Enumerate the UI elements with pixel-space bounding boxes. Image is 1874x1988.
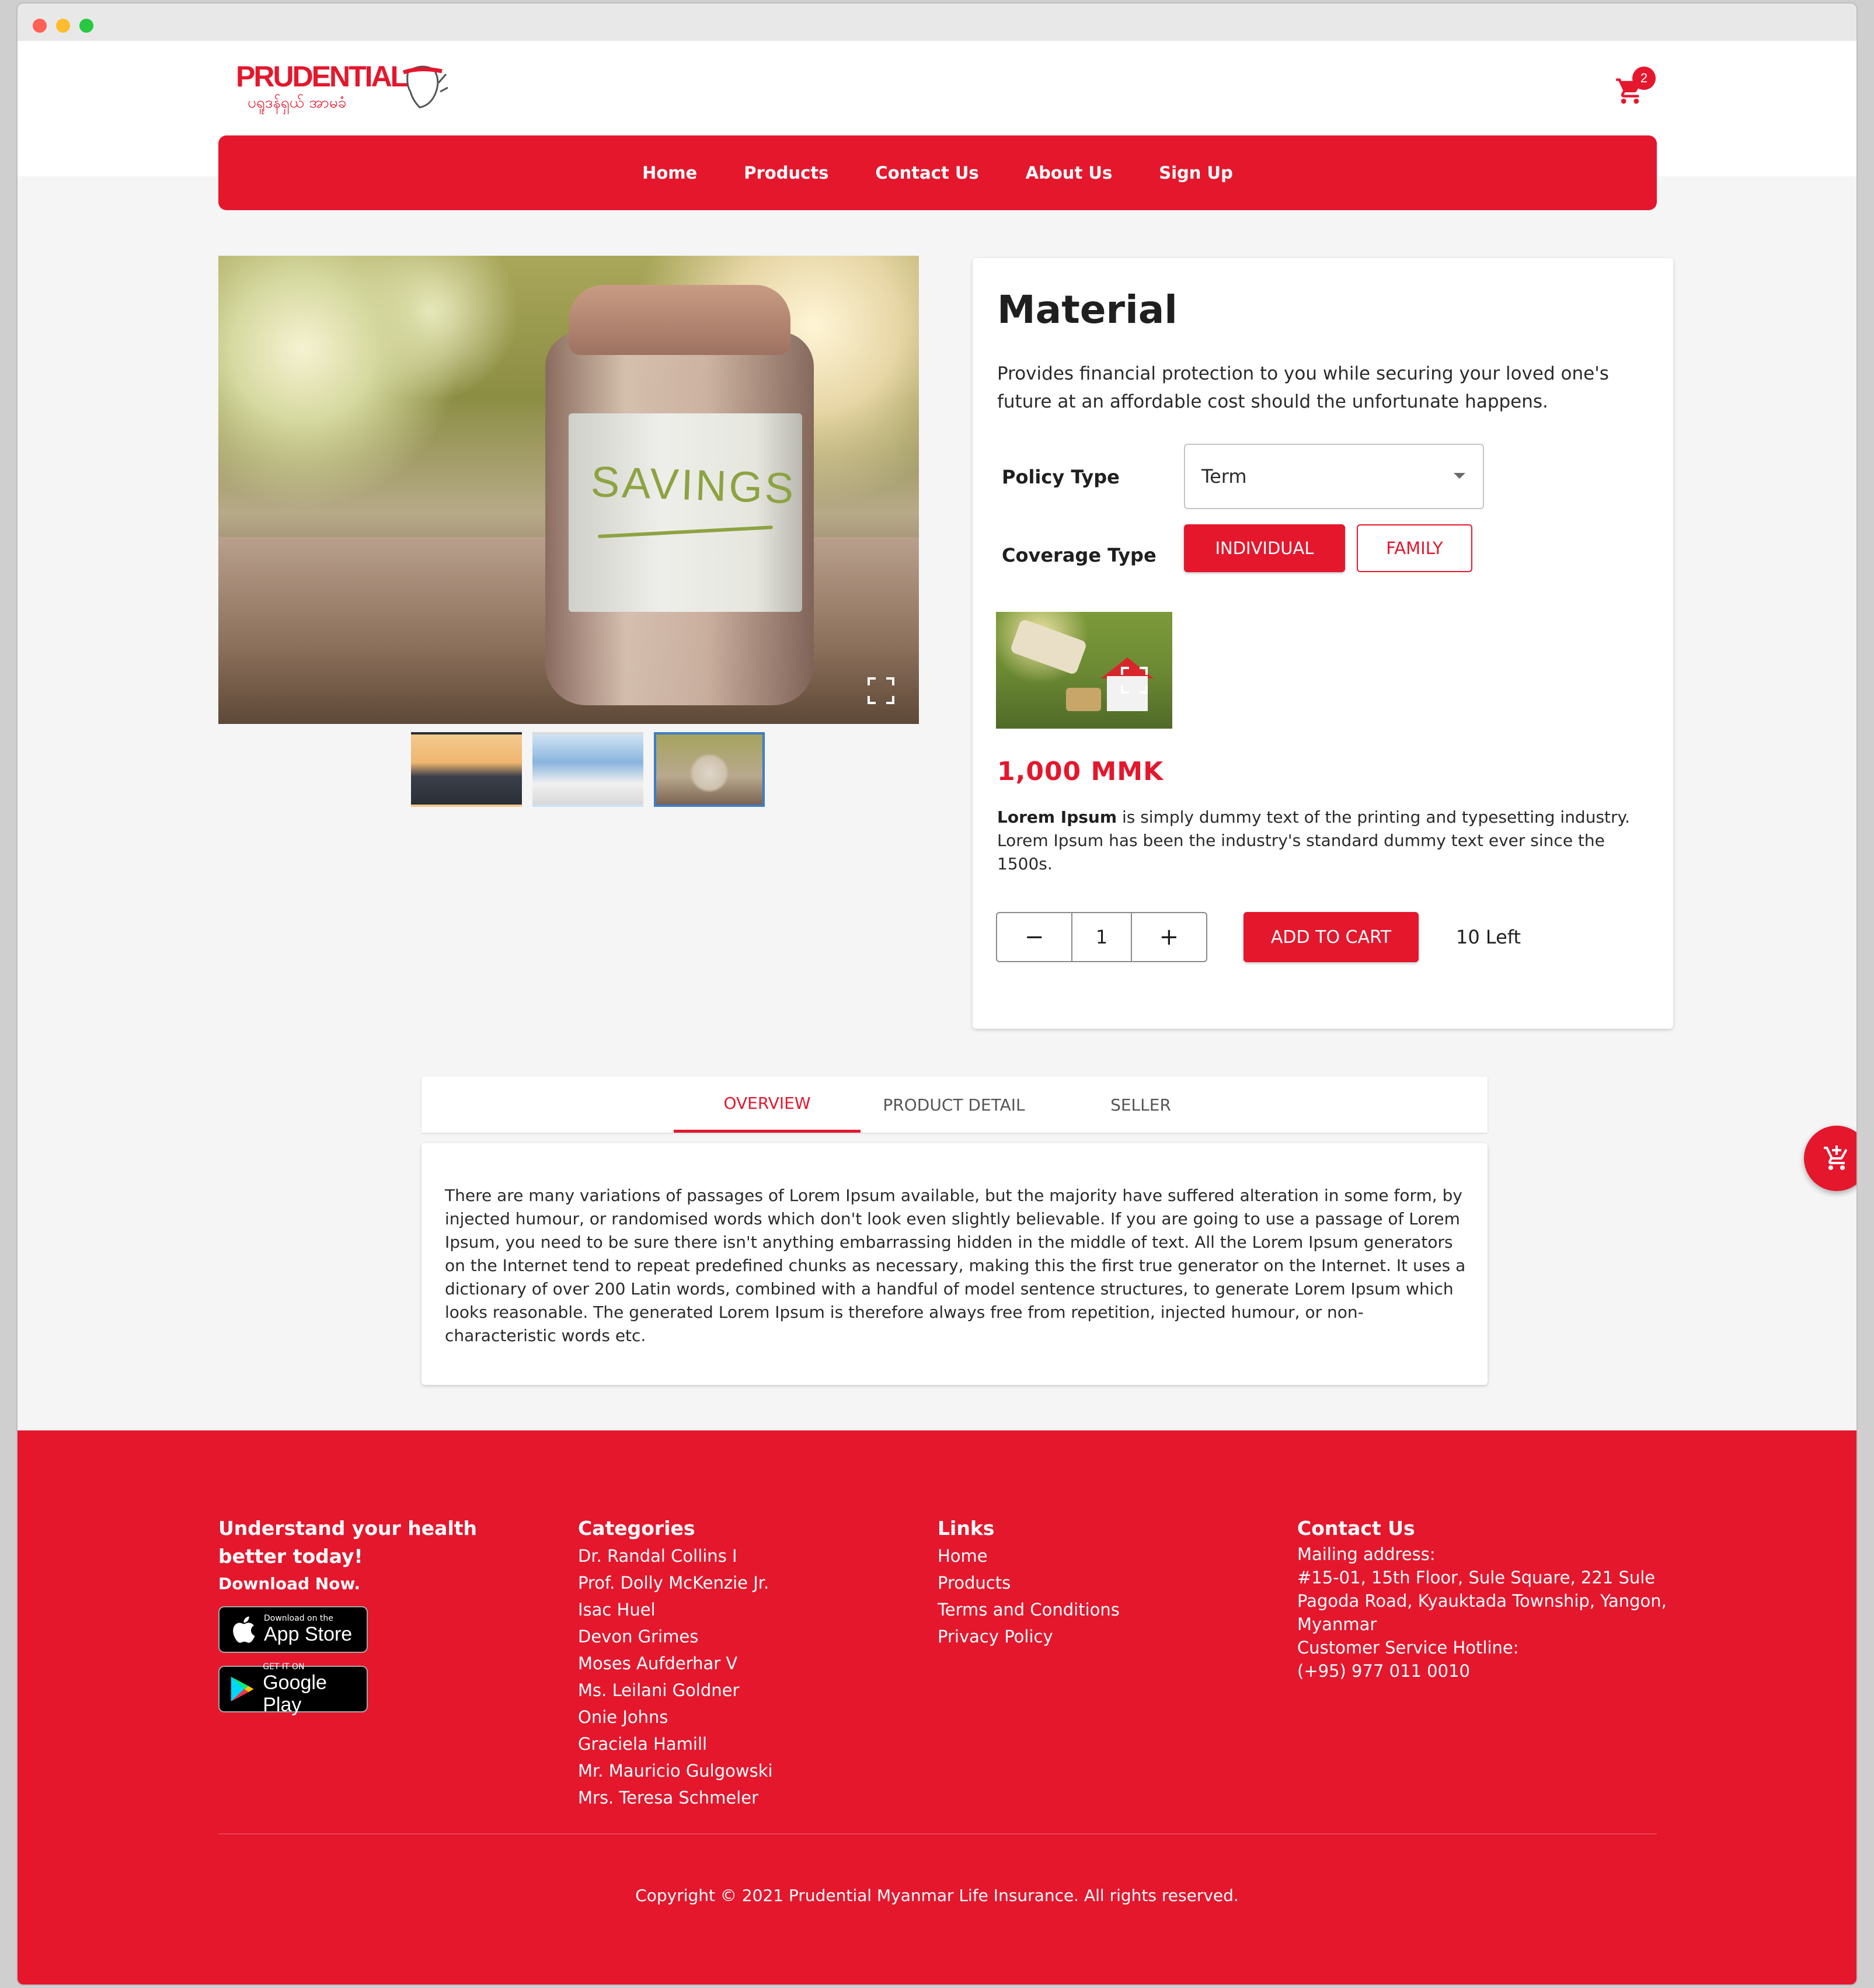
footer-contact-heading: Contact Us <box>1297 1517 1415 1540</box>
footer-categories-column: Categories Dr. Randal Collins I Prof. Do… <box>578 1514 882 1811</box>
tab-seller[interactable]: SELLER <box>1047 1077 1234 1133</box>
thumbnail-couple-running[interactable] <box>411 732 522 807</box>
footer-hotline-label: Customer Service Hotline: <box>1297 1638 1519 1658</box>
nav-sign-up[interactable]: Sign Up <box>1159 163 1233 183</box>
google-play-button[interactable]: GET IT ON Google Play <box>218 1662 368 1716</box>
nav-contact-us[interactable]: Contact Us <box>875 163 978 183</box>
overview-text: There are many variations of passages of… <box>445 1186 1466 1345</box>
app-store-button[interactable]: Download on the App Store <box>218 1606 368 1653</box>
coverage-type-label: Coverage Type <box>1002 544 1157 566</box>
footer-address: #15-01, 15th Floor, Sule Square, 221 Sul… <box>1297 1568 1667 1634</box>
image-jar-label <box>569 413 802 612</box>
footer-category-link[interactable]: Moses Aufderhar V <box>578 1650 882 1677</box>
footer-category-link[interactable]: Isac Huel <box>578 1596 882 1623</box>
logo-wordmark: PRUDENTIAL <box>236 60 408 93</box>
footer-category-link[interactable]: Graciela Hamill <box>578 1731 882 1757</box>
product-short-text: Lorem Ipsum is simply dummy text of the … <box>997 806 1657 876</box>
nav-products[interactable]: Products <box>744 163 828 183</box>
footer-category-link[interactable]: Prof. Dolly McKenzie Jr. <box>578 1569 882 1596</box>
footer-hotline[interactable]: (+95) 977 011 0010 <box>1297 1659 1671 1683</box>
minimize-window-button[interactable] <box>56 19 70 33</box>
footer-category-link[interactable]: Mrs. Teresa Schmeler <box>578 1784 882 1811</box>
thumbnail-family[interactable] <box>532 732 643 807</box>
nav-home[interactable]: Home <box>642 163 697 183</box>
footer-mailing-label: Mailing address: <box>1297 1544 1436 1564</box>
footer-links-column: Links Home Products Terms and Conditions… <box>938 1514 1241 1650</box>
logo-head-icon <box>402 65 448 109</box>
google-play-text: GET IT ON Google Play <box>263 1662 367 1716</box>
policy-type-value: Term <box>1201 465 1247 488</box>
quantity-increase-button[interactable]: + <box>1132 913 1206 961</box>
overview-panel: There are many variations of passages of… <box>422 1143 1488 1385</box>
footer-link-products[interactable]: Products <box>938 1569 1241 1596</box>
footer-category-link[interactable]: Dr. Randal Collins I <box>578 1543 882 1569</box>
footer-categories-heading: Categories <box>578 1517 695 1540</box>
add-shopping-cart-icon <box>1824 1146 1848 1170</box>
quantity-decrease-button[interactable]: − <box>997 913 1071 961</box>
product-title: Material <box>997 287 1178 332</box>
footer-copyright: Copyright © 2021 Prudential Myanmar Life… <box>635 1886 1239 1905</box>
product-variant-image[interactable] <box>996 612 1172 729</box>
dropdown-caret-icon <box>1454 473 1465 479</box>
footer-download-heading: Understand your health better today! <box>218 1517 478 1568</box>
app-store-big-text: App Store <box>264 1623 353 1645</box>
footer-link-terms[interactable]: Terms and Conditions <box>938 1596 1241 1623</box>
policy-type-select[interactable]: Term <box>1184 444 1484 509</box>
footer-divider <box>218 1833 1657 1834</box>
image-jar-text: SAVINGS <box>590 457 797 513</box>
window-titlebar <box>18 4 1856 41</box>
fullscreen-icon[interactable] <box>1120 666 1149 695</box>
footer-category-link[interactable]: Onie Johns <box>578 1704 882 1731</box>
app-store-small-text: Download on the <box>264 1614 333 1623</box>
footer-category-link[interactable]: Mr. Mauricio Gulgowski <box>578 1757 882 1784</box>
footer-link-home[interactable]: Home <box>938 1543 1241 1569</box>
nav-about-us[interactable]: About Us <box>1026 163 1113 183</box>
main-navbar: Home Products Contact Us About Us Sign U… <box>218 135 1657 210</box>
footer-link-privacy[interactable]: Privacy Policy <box>938 1623 1241 1650</box>
footer-category-link[interactable]: Devon Grimes <box>578 1623 882 1650</box>
coverage-individual-button[interactable]: INDIVIDUAL <box>1184 524 1345 572</box>
cart-count-badge: 2 <box>1632 67 1656 90</box>
variant-coins <box>1066 688 1101 711</box>
logo-tagline: ပရူဒန်ရှယ် အာမခံ <box>248 94 347 112</box>
google-play-small-text: GET IT ON <box>263 1662 305 1672</box>
image-jar-coins <box>569 285 790 355</box>
coverage-family-button[interactable]: FAMILY <box>1357 524 1472 572</box>
app-store-text: Download on the App Store <box>264 1614 352 1645</box>
prudential-logo[interactable]: PRUDENTIAL ပရူဒန်ရှယ် အာမခံ <box>236 60 448 112</box>
close-window-button[interactable] <box>33 19 47 33</box>
product-tabs: OVERVIEW PRODUCT DETAIL SELLER <box>422 1077 1488 1133</box>
add-to-cart-button[interactable]: ADD TO CART <box>1243 912 1419 962</box>
stock-remaining: 10 Left <box>1456 926 1521 948</box>
footer-links-heading: Links <box>938 1517 995 1540</box>
quantity-input[interactable]: 1 <box>1071 913 1132 961</box>
fullscreen-icon[interactable] <box>866 676 896 705</box>
site-footer: Understand your health better today! Dow… <box>18 1430 1856 1984</box>
apple-icon <box>233 1616 255 1643</box>
maximize-window-button[interactable] <box>79 19 93 33</box>
variant-watering-can <box>1009 618 1088 676</box>
floating-add-cart-button[interactable] <box>1804 1126 1856 1191</box>
product-price: 1,000 MMK <box>997 757 1164 786</box>
footer-download-column: Understand your health better today! Dow… <box>218 1514 499 1716</box>
browser-window: PRUDENTIAL ပရူဒန်ရှယ် အာမခံ 2 Home Produ… <box>16 2 1858 1986</box>
google-play-big-text: Google Play <box>263 1672 327 1716</box>
image-thumbnails <box>411 732 765 807</box>
tab-overview[interactable]: OVERVIEW <box>674 1077 861 1133</box>
product-short-text-bold: Lorem Ipsum <box>997 807 1117 827</box>
google-play-icon <box>231 1676 254 1702</box>
product-description: Provides financial protection to you whi… <box>997 363 1609 412</box>
quantity-stepper: − 1 + <box>996 912 1207 962</box>
footer-contact-column: Contact Us Mailing address: #15-01, 15th… <box>1297 1514 1671 1683</box>
product-main-image[interactable]: SAVINGS <box>218 256 919 724</box>
tab-product-detail[interactable]: PRODUCT DETAIL <box>861 1077 1047 1133</box>
footer-category-link[interactable]: Ms. Leilani Goldner <box>578 1677 882 1704</box>
footer-download-sub: Download Now. <box>218 1574 361 1593</box>
policy-type-label: Policy Type <box>1002 466 1120 488</box>
product-info-card: Material Provides financial protection t… <box>973 258 1673 1029</box>
thumbnail-savings-jar[interactable] <box>654 732 765 807</box>
